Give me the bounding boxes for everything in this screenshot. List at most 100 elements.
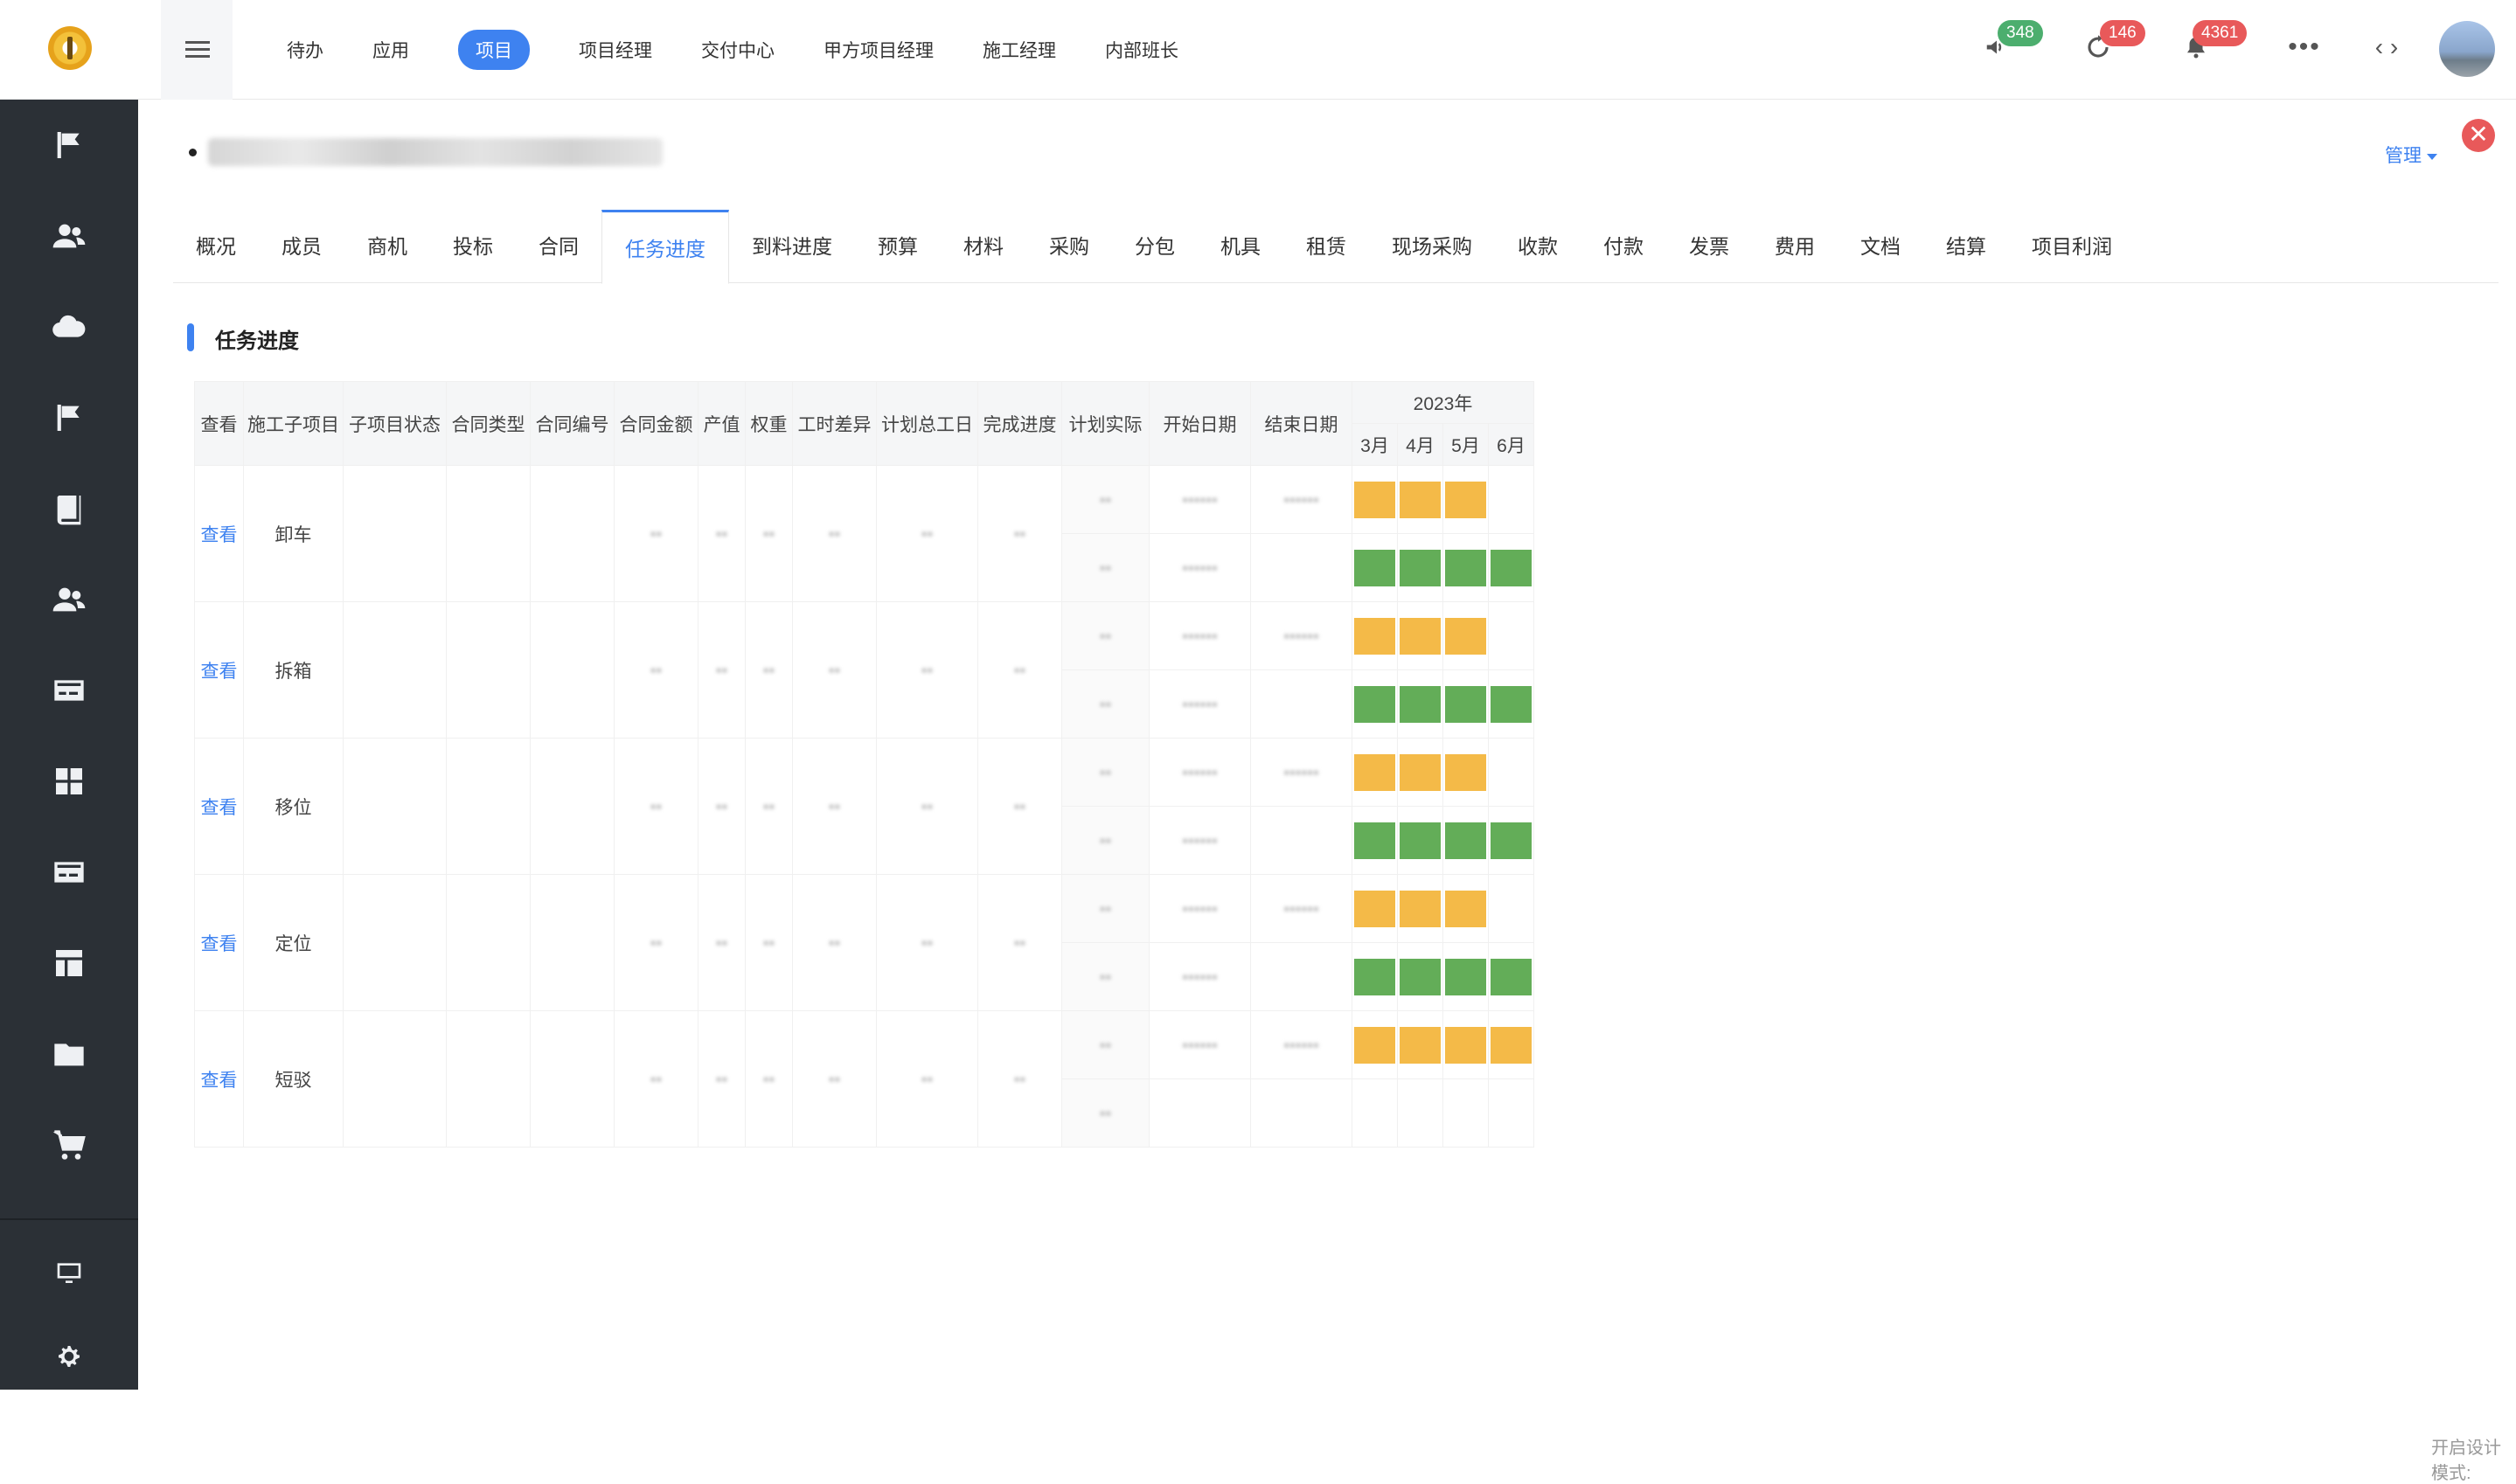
view-link[interactable]: 查看 xyxy=(194,601,244,739)
plan-label-redacted: ▪▪ xyxy=(1061,1010,1150,1079)
month-header-jun: 6月 xyxy=(1488,423,1534,466)
tab-10[interactable]: 分包 xyxy=(1112,210,1198,283)
redacted-cell: ▪▪ xyxy=(745,738,793,875)
plan-end-redacted: ▪▪▪▪▪▪ xyxy=(1250,1010,1352,1079)
redacted-cell: ▪▪ xyxy=(792,465,877,602)
table-row: 查看 定位 ▪▪ ▪▪ ▪▪ ▪▪ ▪▪ ▪▪ ▪▪ ▪▪▪▪▪▪ ▪▪▪▪▪▪ xyxy=(194,874,1534,1011)
contract-number xyxy=(530,874,615,1011)
actual-label-redacted: ▪▪ xyxy=(1061,669,1150,739)
redacted-cell: ▪▪ xyxy=(614,601,699,739)
redacted-cell: ▪▪ xyxy=(698,601,746,739)
tab-0[interactable]: 概况 xyxy=(173,210,259,283)
nav-item-todo[interactable]: 待办 xyxy=(262,37,348,63)
actual-bar-cell xyxy=(1442,533,1489,602)
contract-type xyxy=(446,874,531,1011)
app-logo[interactable] xyxy=(48,26,92,70)
sidebar-card-icon[interactable] xyxy=(0,645,138,736)
tab-9[interactable]: 采购 xyxy=(1026,210,1112,283)
sidebar-flag-2-icon[interactable] xyxy=(0,372,138,463)
plan-bar-cell xyxy=(1352,601,1398,670)
tab-18[interactable]: 文档 xyxy=(1838,210,1923,283)
sidebar-folder-icon[interactable] xyxy=(0,1009,138,1099)
plan-bar-cell xyxy=(1397,738,1443,807)
plan-bar xyxy=(1400,618,1441,655)
tab-5[interactable]: 任务进度 xyxy=(601,210,729,284)
tab-8[interactable]: 材料 xyxy=(941,210,1026,283)
plan-bar-cell xyxy=(1488,465,1534,534)
plan-bar-cell xyxy=(1352,738,1398,807)
tab-6[interactable]: 到料进度 xyxy=(729,210,855,283)
actual-bar-cell xyxy=(1397,806,1443,875)
view-link[interactable]: 查看 xyxy=(194,738,244,875)
tab-15[interactable]: 付款 xyxy=(1581,210,1666,283)
nav-item-projects[interactable]: 项目 xyxy=(458,30,530,70)
tab-13[interactable]: 现场采购 xyxy=(1369,210,1495,283)
view-link[interactable]: 查看 xyxy=(194,874,244,1011)
close-button[interactable]: ✕ xyxy=(2462,119,2495,152)
actual-bar xyxy=(1491,822,1532,859)
plan-end-redacted: ▪▪▪▪▪▪ xyxy=(1250,465,1352,534)
view-link[interactable]: 查看 xyxy=(194,1010,244,1148)
nav-item-apps[interactable]: 应用 xyxy=(348,37,434,63)
book-icon xyxy=(57,496,81,525)
plan-bar xyxy=(1445,1027,1486,1064)
more-icon[interactable]: ••• xyxy=(2288,32,2319,61)
actual-bar xyxy=(1354,686,1395,723)
plan-bar-cell xyxy=(1442,465,1489,534)
tab-14[interactable]: 收款 xyxy=(1495,210,1581,283)
plan-bar-cell xyxy=(1352,465,1398,534)
actual-end xyxy=(1250,942,1352,1011)
plan-bar-cell xyxy=(1442,874,1489,943)
tab-2[interactable]: 商机 xyxy=(344,210,430,283)
col-header-subproject: 施工子项目 xyxy=(243,381,344,466)
subproject-status xyxy=(343,1010,447,1148)
actual-bar xyxy=(1445,686,1486,723)
sidebar-gear-icon[interactable] xyxy=(0,1311,138,1402)
subproject-status xyxy=(343,465,447,602)
manage-dropdown[interactable]: 管理 xyxy=(2385,142,2437,168)
tab-19[interactable]: 结算 xyxy=(1923,210,2009,283)
nav-item-delivery-center[interactable]: 交付中心 xyxy=(677,37,799,63)
col-header-contract-amount: 合同金额 xyxy=(614,381,699,466)
redacted-cell: ▪▪ xyxy=(792,601,877,739)
sidebar-layout-icon[interactable] xyxy=(0,918,138,1009)
tab-16[interactable]: 发票 xyxy=(1666,210,1752,283)
actual-bar-cell xyxy=(1442,806,1489,875)
actual-bar-cell xyxy=(1442,942,1489,1011)
plan-bar xyxy=(1400,891,1441,927)
tab-3[interactable]: 投标 xyxy=(430,210,516,283)
sidebar-grid-icon[interactable] xyxy=(0,736,138,827)
actual-bar-cell xyxy=(1397,669,1443,739)
nav-item-construction-manager[interactable]: 施工经理 xyxy=(958,37,1081,63)
table-row: 查看 拆箱 ▪▪ ▪▪ ▪▪ ▪▪ ▪▪ ▪▪ ▪▪ ▪▪▪▪▪▪ ▪▪▪▪▪▪ xyxy=(194,601,1534,739)
tab-1[interactable]: 成员 xyxy=(259,210,344,283)
view-link[interactable]: 查看 xyxy=(194,465,244,602)
tab-17[interactable]: 费用 xyxy=(1752,210,1838,283)
user-avatar[interactable] xyxy=(2439,21,2495,77)
subproject-name: 移位 xyxy=(243,738,344,875)
plan-bar xyxy=(1354,754,1395,791)
tab-20[interactable]: 项目利润 xyxy=(2009,210,2135,283)
nav-item-client-project-manager[interactable]: 甲方项目经理 xyxy=(799,37,958,63)
tab-12[interactable]: 租赁 xyxy=(1283,210,1369,283)
col-header-planned-workdays: 计划总工日 xyxy=(876,381,978,466)
nav-item-internal-foreman[interactable]: 内部班长 xyxy=(1081,37,1203,63)
menu-toggle-button[interactable] xyxy=(161,0,233,100)
tab-7[interactable]: 预算 xyxy=(855,210,941,283)
tab-4[interactable]: 合同 xyxy=(516,210,601,283)
sidebar-flag-icon[interactable] xyxy=(0,100,138,191)
actual-bar-cell xyxy=(1397,1078,1443,1148)
sidebar-monitor-icon[interactable] xyxy=(0,1227,138,1318)
sidebar-cloud-icon[interactable] xyxy=(0,281,138,372)
nav-item-project-manager[interactable]: 项目经理 xyxy=(554,37,677,63)
sidebar-cart-icon[interactable] xyxy=(0,1099,138,1190)
sidebar-users-2-icon[interactable] xyxy=(0,554,138,645)
contract-type xyxy=(446,601,531,739)
tab-11[interactable]: 机具 xyxy=(1198,210,1283,283)
sidebar-book-icon[interactable] xyxy=(0,463,138,554)
actual-end xyxy=(1250,669,1352,739)
col-header-subproject-status: 子项目状态 xyxy=(343,381,447,466)
code-icon[interactable]: ‹ › xyxy=(2366,33,2408,61)
sidebar-card-2-icon[interactable] xyxy=(0,827,138,918)
sidebar-users-icon[interactable] xyxy=(0,191,138,281)
